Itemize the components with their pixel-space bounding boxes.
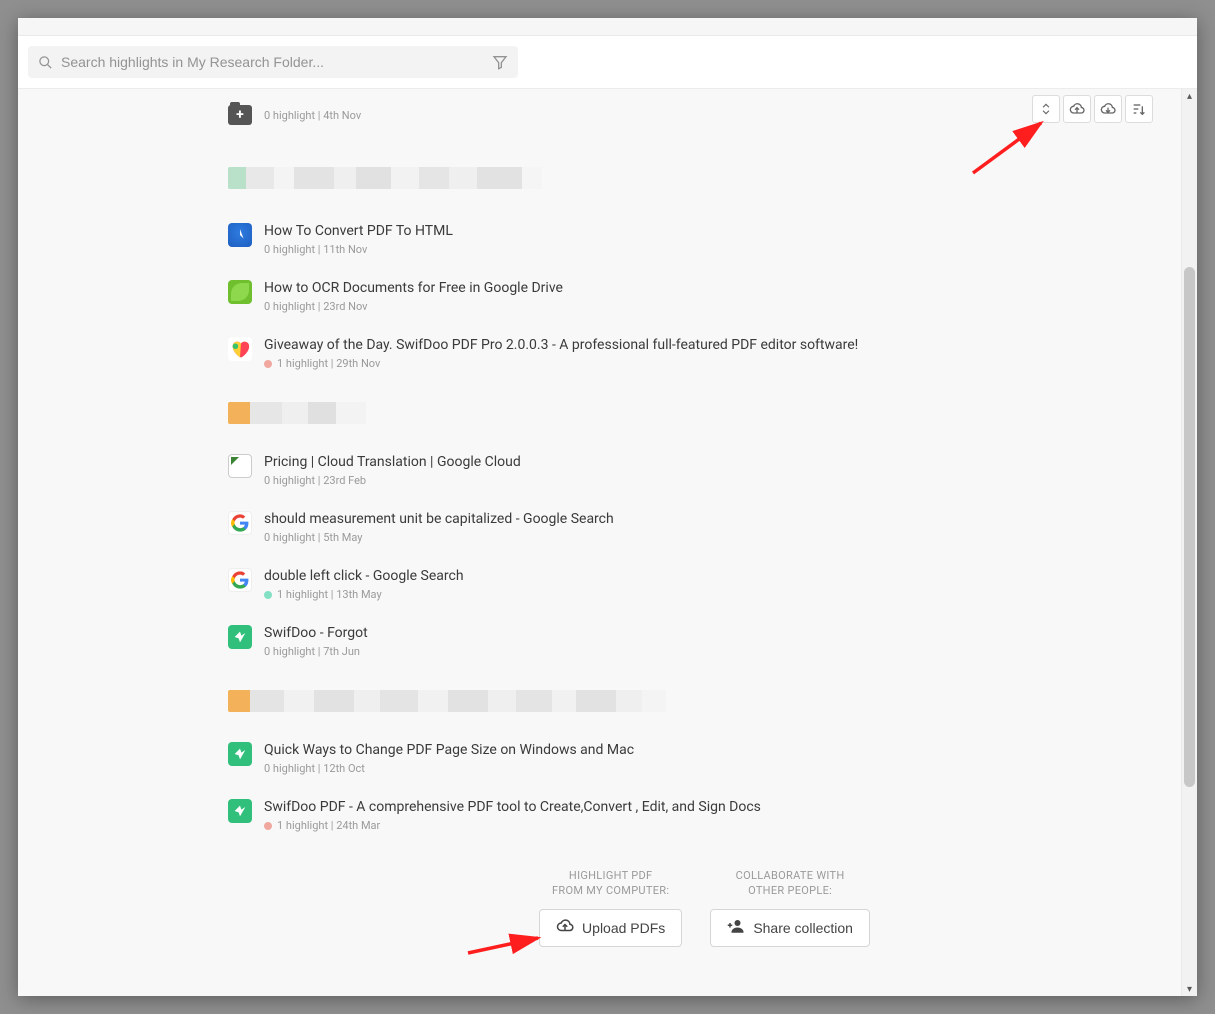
folder-meta: 0 highlight | 4th Nov xyxy=(264,109,361,122)
item-title: How to OCR Documents for Free in Google … xyxy=(264,280,563,296)
item-body: SwifDoo - Forgot 0 highlight | 7th Jun xyxy=(264,625,368,658)
sort-button[interactable] xyxy=(1125,95,1153,123)
redacted-item xyxy=(228,690,1181,712)
scroll-up-arrow[interactable]: ▴ xyxy=(1182,89,1197,103)
search-wrap[interactable] xyxy=(28,46,518,78)
item-body: How to OCR Documents for Free in Google … xyxy=(264,280,563,313)
upload-pdfs-button[interactable]: Upload PDFs xyxy=(539,909,682,947)
list-item[interactable]: SwifDoo - Forgot 0 highlight | 7th Jun xyxy=(228,613,1181,670)
redacted-item xyxy=(228,402,1181,424)
item-title: double left click - Google Search xyxy=(264,568,464,584)
site-icon xyxy=(228,568,252,592)
site-icon xyxy=(228,511,252,535)
expand-collapse-button[interactable] xyxy=(1032,95,1060,123)
item-body: SwifDoo PDF - A comprehensive PDF tool t… xyxy=(264,799,761,832)
upload-label: Upload PDFs xyxy=(582,920,665,936)
item-meta: 0 highlight | 7th Jun xyxy=(264,645,368,658)
redacted-item xyxy=(228,167,1181,189)
vertical-scrollbar[interactable]: ▴ ▾ xyxy=(1181,89,1197,996)
site-icon xyxy=(228,625,252,649)
item-body: Giveaway of the Day. SwifDoo PDF Pro 2.0… xyxy=(264,337,858,370)
highlight-dot xyxy=(264,591,272,599)
item-title: should measurement unit be capitalized -… xyxy=(264,511,614,527)
add-person-icon xyxy=(727,917,745,938)
item-title: SwifDoo PDF - A comprehensive PDF tool t… xyxy=(264,799,761,815)
list-item[interactable]: SwifDoo PDF - A comprehensive PDF tool t… xyxy=(228,787,1181,844)
list-item[interactable]: How to OCR Documents for Free in Google … xyxy=(228,268,1181,325)
item-title: SwifDoo - Forgot xyxy=(264,625,368,641)
list-item[interactable]: Pricing | Cloud Translation | Google Clo… xyxy=(228,442,1181,499)
item-title: Quick Ways to Change PDF Page Size on Wi… xyxy=(264,742,634,758)
highlight-dot xyxy=(264,360,272,368)
item-body: Pricing | Cloud Translation | Google Clo… xyxy=(264,454,521,487)
broken-image-icon xyxy=(228,454,252,478)
item-title: Giveaway of the Day. SwifDoo PDF Pro 2.0… xyxy=(264,337,858,353)
search-input[interactable] xyxy=(61,54,484,70)
item-meta: 0 highlight | 11th Nov xyxy=(264,243,453,256)
item-meta: 1 highlight | 13th May xyxy=(264,588,464,601)
items-list: How To Convert PDF To HTML 0 highlight |… xyxy=(228,161,1181,844)
share-col: COLLABORATE WITH OTHER PEOPLE: Share col… xyxy=(710,868,870,947)
list-item[interactable]: Quick Ways to Change PDF Page Size on Wi… xyxy=(228,730,1181,787)
upload-caption: HIGHLIGHT PDF FROM MY COMPUTER: xyxy=(552,868,669,899)
add-folder-icon: + xyxy=(228,105,252,125)
item-meta: 0 highlight | 23rd Feb xyxy=(264,474,521,487)
site-icon xyxy=(228,223,252,247)
upload-col: HIGHLIGHT PDF FROM MY COMPUTER: Upload P… xyxy=(539,868,682,947)
search-bar xyxy=(18,36,1197,88)
item-title: How To Convert PDF To HTML xyxy=(264,223,453,239)
item-body: should measurement unit be capitalized -… xyxy=(264,511,614,544)
share-label: Share collection xyxy=(753,920,853,936)
cloud-upload-icon xyxy=(556,917,574,938)
cloud-download-button[interactable] xyxy=(1094,95,1122,123)
scrollbar-thumb[interactable] xyxy=(1184,267,1195,787)
filter-icon[interactable] xyxy=(492,54,508,70)
toolbar-right xyxy=(1032,95,1153,123)
item-title: Pricing | Cloud Translation | Google Clo… xyxy=(264,454,521,470)
scroll-down-arrow[interactable]: ▾ xyxy=(1182,982,1197,996)
highlight-dot xyxy=(264,822,272,830)
item-body: double left click - Google Search 1 high… xyxy=(264,568,464,601)
item-body: Quick Ways to Change PDF Page Size on Wi… xyxy=(264,742,634,775)
site-icon xyxy=(228,280,252,304)
item-meta: 1 highlight | 29th Nov xyxy=(264,357,858,370)
share-collection-button[interactable]: Share collection xyxy=(710,909,870,947)
item-meta: 0 highlight | 5th May xyxy=(264,531,614,544)
site-icon xyxy=(228,799,252,823)
site-icon xyxy=(228,337,252,361)
list-column: + 0 highlight | 4th Nov How To Convert P… xyxy=(18,89,1181,996)
cloud-upload-button[interactable] xyxy=(1063,95,1091,123)
footer: HIGHLIGHT PDF FROM MY COMPUTER: Upload P… xyxy=(228,844,1181,975)
search-icon xyxy=(38,55,53,70)
window-topstrip xyxy=(18,18,1197,36)
item-meta: 1 highlight | 24th Mar xyxy=(264,819,761,832)
share-caption: COLLABORATE WITH OTHER PEOPLE: xyxy=(736,868,845,899)
list-item[interactable]: How To Convert PDF To HTML 0 highlight |… xyxy=(228,211,1181,268)
item-meta: 0 highlight | 23rd Nov xyxy=(264,300,563,313)
content-area: + 0 highlight | 4th Nov How To Convert P… xyxy=(18,88,1197,996)
list-item[interactable]: double left click - Google Search 1 high… xyxy=(228,556,1181,613)
site-icon xyxy=(228,742,252,766)
item-meta: 0 highlight | 12th Oct xyxy=(264,762,634,775)
app-window: + 0 highlight | 4th Nov How To Convert P… xyxy=(18,18,1197,996)
list-item[interactable]: Giveaway of the Day. SwifDoo PDF Pro 2.0… xyxy=(228,325,1181,382)
item-body: How To Convert PDF To HTML 0 highlight |… xyxy=(264,223,453,256)
list-item[interactable]: should measurement unit be capitalized -… xyxy=(228,499,1181,556)
